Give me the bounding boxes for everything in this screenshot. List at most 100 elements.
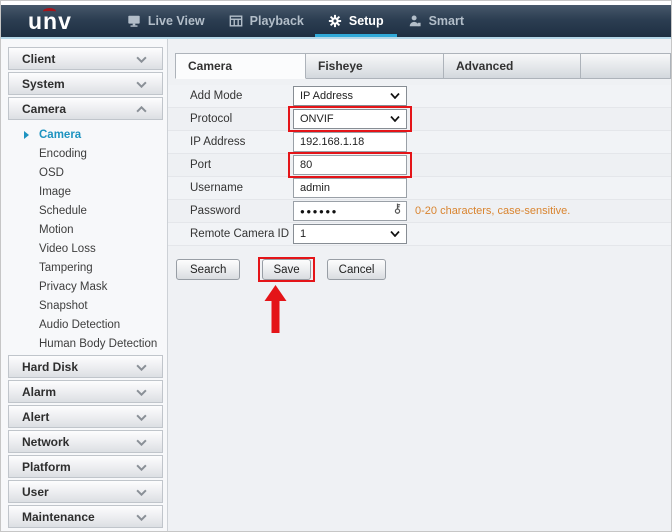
chevron-down-icon: [136, 75, 147, 93]
caret-down-icon: [390, 90, 400, 102]
section-label: Alarm: [22, 384, 57, 399]
sidebar-section-network[interactable]: Network: [8, 430, 163, 453]
nav-item-smart[interactable]: Smart: [408, 5, 464, 37]
sidebar-item-privacy-mask[interactable]: Privacy Mask: [8, 277, 163, 296]
section-label: Client: [22, 51, 56, 66]
section-label: System: [22, 76, 65, 91]
content-area: Camera Fisheye Advanced Add Mode IP Addr…: [168, 39, 671, 531]
section-label: Camera: [22, 101, 67, 116]
sidebar-section-platform[interactable]: Platform: [8, 455, 163, 478]
chevron-down-icon: [136, 483, 147, 501]
top-nav: unv Live View Playback Setup Smart: [1, 5, 671, 39]
remote-camera-id-select[interactable]: 1: [293, 224, 407, 244]
sidebar-item-osd[interactable]: OSD: [8, 163, 163, 182]
sidebar-item-camera[interactable]: Camera: [8, 125, 163, 144]
chevron-up-icon: [136, 100, 147, 118]
caret-down-icon: [390, 113, 400, 125]
sidebar-item-image[interactable]: Image: [8, 182, 163, 201]
sidebar-section-client[interactable]: Client: [8, 47, 163, 70]
sidebar-section-system[interactable]: System: [8, 72, 163, 95]
password-input[interactable]: ●●●●●●: [293, 201, 407, 221]
username-input[interactable]: [293, 178, 407, 198]
gear-icon: [328, 14, 342, 28]
tab-fisheye[interactable]: Fisheye: [306, 53, 444, 79]
port-red-highlight: [288, 152, 412, 178]
sidebar-item-snapshot[interactable]: Snapshot: [8, 296, 163, 315]
port-input[interactable]: [293, 155, 407, 175]
sidebar-section-alarm[interactable]: Alarm: [8, 380, 163, 403]
form-row-protocol: Protocol ONVIF: [168, 106, 671, 132]
sidebar-section-user[interactable]: User: [8, 480, 163, 503]
section-label: Platform: [22, 459, 71, 474]
field-label: Protocol: [190, 113, 233, 125]
chevron-down-icon: [136, 508, 147, 526]
logo-red-arc: [43, 8, 56, 15]
nav-label: Live View: [147, 14, 205, 28]
chevron-down-icon: [136, 433, 147, 451]
field-label: Add Mode: [190, 90, 243, 102]
section-label: Network: [22, 434, 70, 449]
active-arrow-icon: [24, 130, 29, 139]
sidebar: Client System Camera Camera Encoding OSD…: [1, 39, 168, 531]
sidebar-section-maintenance[interactable]: Maintenance: [8, 505, 163, 528]
field-label: Password: [190, 205, 241, 217]
tab-strip-filler: [581, 53, 671, 79]
red-arrow-up-annotation: [264, 285, 287, 338]
select-value: ONVIF: [300, 113, 334, 125]
tab-bar: Camera Fisheye Advanced: [168, 53, 671, 79]
select-value: IP Address: [300, 90, 353, 102]
field-label: Username: [190, 182, 244, 194]
nav-menu: Live View Playback Setup Smart: [127, 5, 464, 37]
cancel-button[interactable]: Cancel: [326, 259, 387, 280]
sidebar-section-alert[interactable]: Alert: [8, 405, 163, 428]
sidebar-item-tampering[interactable]: Tampering: [8, 258, 163, 277]
nav-item-playback[interactable]: Playback: [229, 5, 304, 37]
section-label: Hard Disk: [22, 359, 79, 374]
submenu-label: Tampering: [39, 261, 93, 274]
sidebar-section-hard-disk[interactable]: Hard Disk: [8, 355, 163, 378]
form-row-ip-address: IP Address: [168, 131, 671, 154]
sidebar-item-human-body-detection[interactable]: Human Body Detection: [8, 334, 163, 353]
nav-item-setup[interactable]: Setup: [314, 5, 397, 37]
form-row-remote-camera-id: Remote Camera ID 1: [168, 223, 671, 246]
playback-grid-icon: [229, 14, 243, 28]
caret-down-icon: [390, 228, 400, 240]
camera-submenu: Camera Encoding OSD Image Schedule Motio…: [8, 122, 163, 355]
sidebar-item-schedule[interactable]: Schedule: [8, 201, 163, 220]
add-mode-select[interactable]: IP Address: [293, 86, 407, 106]
sidebar-item-video-loss[interactable]: Video Loss: [8, 239, 163, 258]
sidebar-section-camera[interactable]: Camera: [8, 97, 163, 120]
person-icon: [408, 14, 422, 28]
save-button[interactable]: Save: [258, 257, 315, 282]
tab-camera[interactable]: Camera: [175, 53, 306, 79]
camera-form: Add Mode IP Address Protocol ONVIF IP Ad…: [168, 85, 671, 333]
field-label: IP Address: [190, 136, 246, 148]
app-window: unv Live View Playback Setup Smart Clien…: [0, 0, 672, 532]
search-button[interactable]: Search: [176, 259, 241, 280]
password-hint: 0-20 characters, case-sensitive.: [415, 205, 571, 217]
tab-advanced[interactable]: Advanced: [444, 53, 581, 79]
nav-label: Setup: [348, 14, 384, 28]
monitor-icon: [127, 14, 141, 28]
chevron-down-icon: [136, 458, 147, 476]
form-row-username: Username: [168, 177, 671, 200]
nav-label: Playback: [249, 14, 304, 28]
form-row-port: Port: [168, 152, 671, 178]
nav-item-live-view[interactable]: Live View: [127, 5, 205, 37]
sidebar-item-encoding[interactable]: Encoding: [8, 144, 163, 163]
protocol-select[interactable]: ONVIF: [293, 109, 407, 129]
chevron-down-icon: [136, 358, 147, 376]
sidebar-item-motion[interactable]: Motion: [8, 220, 163, 239]
field-label: Port: [190, 159, 212, 171]
section-label: Maintenance: [22, 509, 95, 524]
form-row-add-mode: Add Mode IP Address: [168, 85, 671, 108]
password-dots: ●●●●●●: [300, 206, 338, 216]
submenu-label: Audio Detection: [39, 318, 121, 331]
submenu-label: Schedule: [39, 204, 87, 217]
chevron-down-icon: [136, 50, 147, 68]
sidebar-item-audio-detection[interactable]: Audio Detection: [8, 315, 163, 334]
chevron-down-icon: [136, 383, 147, 401]
submenu-label: Snapshot: [39, 299, 88, 312]
ip-address-input[interactable]: [293, 132, 407, 152]
protocol-red-highlight: ONVIF: [288, 106, 412, 132]
